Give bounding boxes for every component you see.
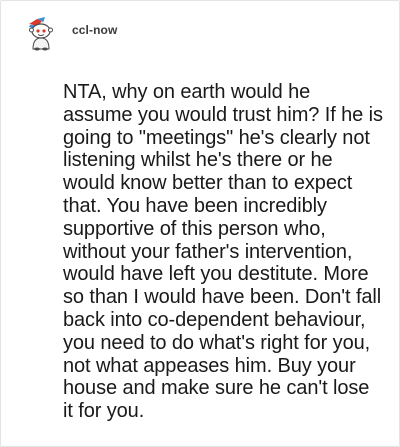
comment-header: ccl-now	[21, 13, 117, 53]
snoo-avatar-icon	[22, 14, 60, 52]
comment-card: ccl-now NTA, why on earth would he assum…	[0, 0, 400, 447]
comment-text: NTA, why on earth would he assume you wo…	[63, 81, 383, 423]
avatar[interactable]	[21, 13, 61, 53]
username[interactable]: ccl-now	[72, 23, 117, 37]
